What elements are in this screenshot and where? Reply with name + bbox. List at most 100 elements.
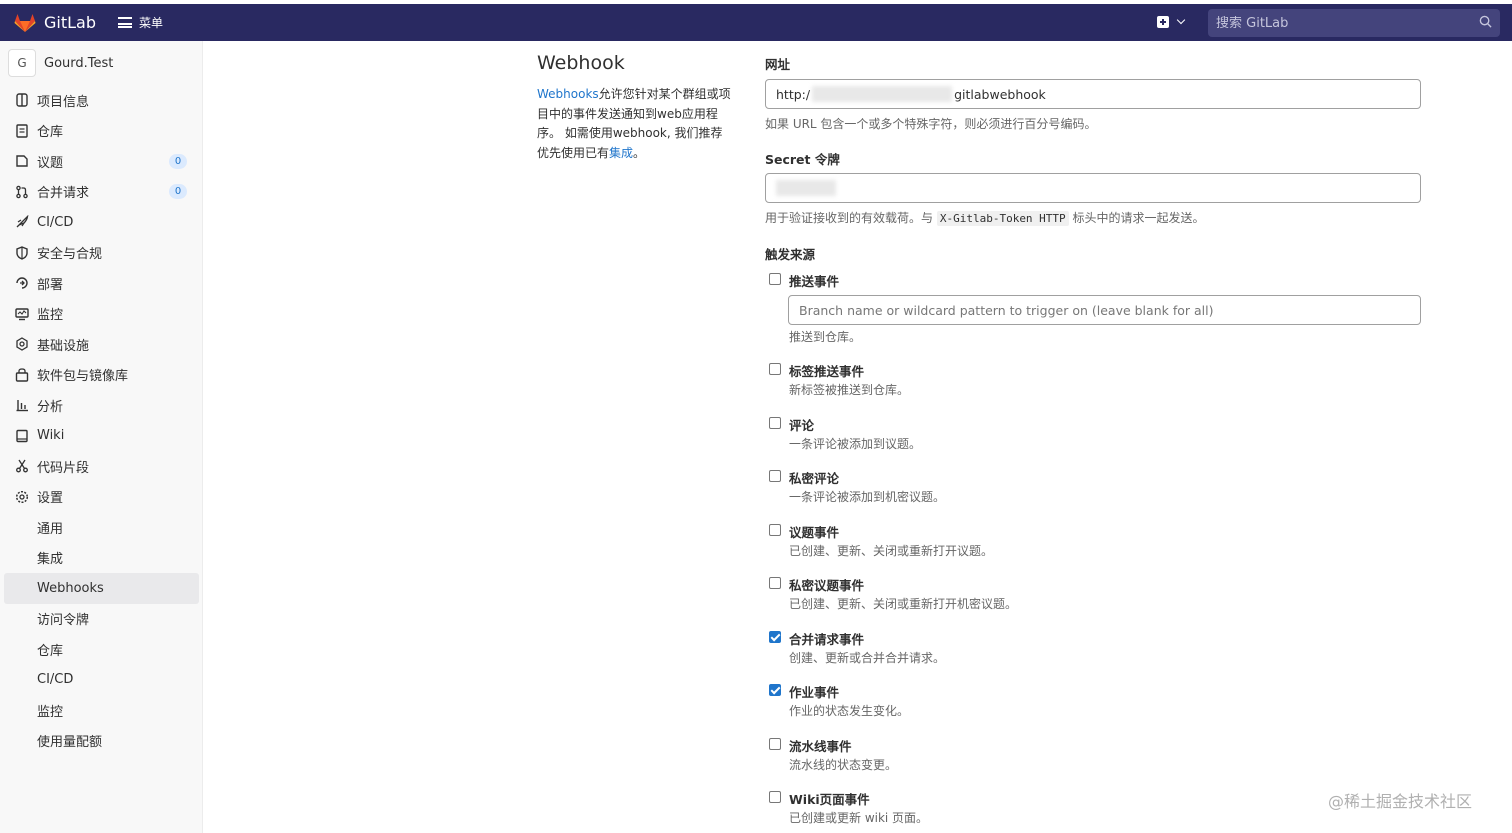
search-input[interactable] bbox=[1216, 15, 1466, 31]
secret-token-label: Secret 令牌 bbox=[765, 152, 840, 167]
trigger-help: 流水线的状态变更。 bbox=[789, 758, 898, 772]
merge-request-icon bbox=[16, 185, 28, 198]
url-label: 网址 bbox=[765, 57, 791, 72]
trigger-label: 流水线事件 bbox=[789, 739, 852, 754]
trigger-help: 已创建或更新 wiki 页面。 bbox=[789, 811, 929, 825]
sidebar-item-label: 项目信息 bbox=[37, 94, 90, 110]
menu-button[interactable]: 菜单 bbox=[118, 14, 163, 31]
sidebar-item-repository[interactable]: 仓库 bbox=[0, 116, 202, 147]
sidebar-item-packages[interactable]: 软件包与镜像库 bbox=[0, 360, 202, 391]
sidebar-item-label: 分析 bbox=[37, 399, 64, 415]
sidebar-item-issues[interactable]: 议题 0 bbox=[0, 146, 202, 177]
trigger-help: 新标签被推送到仓库。 bbox=[789, 383, 910, 397]
sidebar-item-label: 议题 bbox=[37, 155, 64, 171]
issues-count-badge: 0 bbox=[169, 153, 187, 169]
settings-sub-access-tokens[interactable]: 访问令牌 bbox=[0, 604, 202, 635]
trigger-help: 一条评论被添加到机密议题。 bbox=[789, 490, 946, 504]
sidebar-item-label: 仓库 bbox=[37, 125, 64, 141]
sidebar-item-infrastructure[interactable]: 基础设施 bbox=[0, 329, 202, 360]
sidebar-item-monitor[interactable]: 监控 bbox=[0, 299, 202, 330]
watermark: @稀土掘金技术社区 bbox=[1328, 792, 1473, 811]
sidebar-item-project-info[interactable]: 项目信息 bbox=[0, 85, 202, 116]
project-header[interactable]: G Gourd.Test bbox=[0, 41, 202, 85]
webhooks-docs-link[interactable]: Webhooks bbox=[537, 87, 599, 101]
sidebar-item-label: CI/CD bbox=[37, 214, 74, 230]
search-icon[interactable] bbox=[1479, 15, 1492, 28]
sidebar-item-label: 部署 bbox=[37, 277, 64, 293]
sidebar-item-label: Wiki bbox=[37, 428, 65, 444]
settings-sub-usage-quotas[interactable]: 使用量配额 bbox=[0, 726, 202, 757]
webhook-description: Webhook Webhooks允许您针对某个群组或项目中的事件发送通知到web… bbox=[537, 52, 732, 163]
secret-help-after: 标头中的请求一起发送。 bbox=[1072, 211, 1205, 225]
scissors-icon bbox=[16, 459, 28, 473]
top-navbar: GitLab 菜单 bbox=[0, 0, 1512, 41]
sidebar-item-cicd[interactable]: CI/CD bbox=[0, 207, 202, 238]
trigger-label: 私密议题事件 bbox=[789, 578, 865, 593]
trigger-label: 作业事件 bbox=[789, 685, 840, 700]
issues-events-checkbox[interactable] bbox=[769, 524, 781, 536]
branch-filter-placeholder: Branch name or wildcard pattern to trigg… bbox=[799, 302, 1214, 318]
brand-name: GitLab bbox=[44, 13, 96, 32]
settings-sub-repository[interactable]: 仓库 bbox=[0, 634, 202, 665]
sidebar-nav: 项目信息 仓库 议题 0 合并请求 0 CI/CD 安全与合规 部署 监控 基础… bbox=[0, 85, 202, 756]
menu-label: 菜单 bbox=[139, 16, 164, 30]
trigger-label: 议题事件 bbox=[789, 525, 840, 540]
secret-token-field[interactable] bbox=[765, 173, 1421, 203]
url-suffix: gitlabwebhook bbox=[954, 86, 1046, 102]
trigger-label: Wiki页面事件 bbox=[789, 792, 870, 807]
branch-filter-input[interactable]: Branch name or wildcard pattern to trigg… bbox=[788, 295, 1421, 325]
chevron-down-icon bbox=[1176, 15, 1186, 25]
confidential-comments-checkbox[interactable] bbox=[769, 470, 781, 482]
merge-requests-checkbox[interactable] bbox=[769, 631, 781, 643]
job-events-checkbox[interactable] bbox=[769, 684, 781, 696]
description-text: Webhooks允许您针对某个群组或项目中的事件发送通知到web应用程序。 如需… bbox=[537, 85, 732, 163]
settings-sub-cicd[interactable]: CI/CD bbox=[0, 665, 202, 696]
trigger-label: 标签推送事件 bbox=[789, 364, 865, 379]
description-end: 。 bbox=[633, 145, 646, 160]
wiki-page-events-checkbox[interactable] bbox=[769, 791, 781, 803]
sidebar-item-label: 设置 bbox=[37, 491, 64, 507]
comments-checkbox[interactable] bbox=[769, 417, 781, 429]
project-sidebar: G Gourd.Test 项目信息 仓库 议题 0 合并请求 0 CI/CD 安… bbox=[0, 41, 203, 833]
push-events-checkbox[interactable] bbox=[769, 273, 781, 285]
sidebar-item-wiki[interactable]: Wiki bbox=[0, 421, 202, 452]
sidebar-item-label: 合并请求 bbox=[37, 186, 90, 202]
settings-sub-monitor[interactable]: 监控 bbox=[0, 695, 202, 726]
confidential-issues-checkbox[interactable] bbox=[769, 577, 781, 589]
settings-sub-general[interactable]: 通用 bbox=[0, 512, 202, 543]
sidebar-item-security[interactable]: 安全与合规 bbox=[0, 238, 202, 269]
page-title: Webhook bbox=[537, 52, 625, 74]
monitor-icon bbox=[15, 308, 29, 320]
search-box bbox=[1208, 9, 1500, 37]
trigger-label: 评论 bbox=[789, 418, 815, 433]
pipeline-events-checkbox[interactable] bbox=[769, 738, 781, 750]
sidebar-item-analytics[interactable]: 分析 bbox=[0, 390, 202, 421]
url-help: 如果 URL 包含一个或多个特殊字符，则必须进行百分号编码。 bbox=[765, 117, 1097, 131]
settings-sub-webhooks[interactable]: Webhooks bbox=[4, 573, 199, 604]
tag-push-checkbox[interactable] bbox=[769, 363, 781, 375]
new-dropdown-button[interactable] bbox=[1157, 15, 1186, 28]
deployments-icon bbox=[16, 277, 28, 289]
sidebar-item-settings[interactable]: 设置 bbox=[0, 482, 202, 513]
trigger-help: 已创建、更新、关闭或重新打开议题。 bbox=[789, 544, 994, 558]
plus-square-icon bbox=[1157, 16, 1169, 28]
gitlab-tanuki-icon bbox=[14, 13, 36, 32]
sidebar-item-label: 代码片段 bbox=[37, 460, 90, 476]
integrations-link[interactable]: 集成 bbox=[609, 146, 633, 160]
url-prefix: http:/ bbox=[776, 86, 811, 102]
url-field[interactable]: http:/ gitlabwebhook bbox=[765, 79, 1421, 109]
package-icon bbox=[15, 368, 29, 382]
settings-icon bbox=[15, 490, 29, 503]
sidebar-item-snippets[interactable]: 代码片段 bbox=[0, 451, 202, 482]
gitlab-logo[interactable]: GitLab bbox=[14, 13, 96, 33]
trigger-label: 触发来源 bbox=[765, 247, 816, 262]
redacted-secret bbox=[776, 180, 836, 196]
secret-help-code: X-Gitlab-Token HTTP bbox=[936, 211, 1069, 226]
secret-help: 用于验证接收到的有效载荷。与 X-Gitlab-Token HTTP 标头中的请… bbox=[765, 209, 1205, 226]
trigger-help: 创建、更新或合并合并请求。 bbox=[789, 651, 946, 665]
settings-sub-integrations[interactable]: 集成 bbox=[0, 543, 202, 574]
hamburger-icon bbox=[118, 17, 132, 28]
merge-requests-count-badge: 0 bbox=[169, 184, 187, 200]
sidebar-item-merge-requests[interactable]: 合并请求 0 bbox=[0, 177, 202, 208]
sidebar-item-deployments[interactable]: 部署 bbox=[0, 268, 202, 299]
